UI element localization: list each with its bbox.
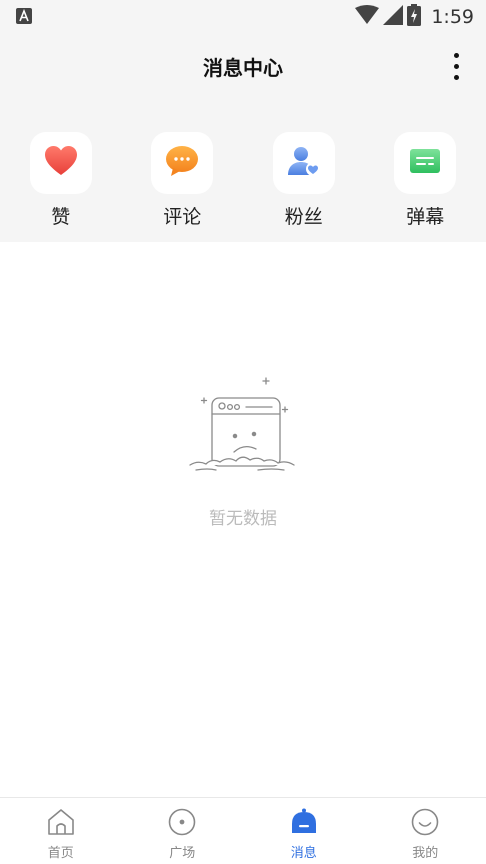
nav-label: 我的	[412, 846, 439, 861]
category-icon-box	[272, 132, 335, 194]
page-title: 消息中心	[203, 56, 283, 80]
status-bar: 1:59	[0, 0, 486, 34]
category-danmaku[interactable]: 弹幕	[365, 98, 486, 242]
empty-browser-sad-icon	[188, 370, 298, 486]
nav-label: 首页	[47, 846, 74, 861]
more-vertical-icon	[453, 52, 459, 58]
category-likes[interactable]: 赞	[0, 98, 122, 242]
category-label: 弹幕	[406, 206, 445, 228]
nav-item-mine[interactable]: 我的	[365, 798, 486, 864]
signal-icon	[383, 5, 404, 29]
status-time: 1:59	[431, 6, 474, 28]
category-icon-box	[394, 132, 457, 194]
danmaku-message-icon	[408, 146, 442, 180]
heart-icon	[44, 145, 78, 181]
a-icon	[16, 8, 32, 24]
category-icon-box	[151, 132, 214, 194]
empty-state-text: 暂无数据	[209, 509, 277, 529]
battery-charging-icon	[407, 4, 422, 30]
wifi-icon	[355, 5, 380, 29]
nav-item-home[interactable]: 首页	[0, 798, 122, 864]
smile-icon	[410, 808, 440, 840]
category-icon-box	[29, 132, 92, 194]
more-dot	[453, 63, 459, 69]
nav-label: 消息	[290, 846, 317, 861]
user-heart-icon	[287, 145, 321, 181]
message-categories: 赞 评论 粉丝 弹幕	[0, 98, 486, 242]
category-fans[interactable]: 粉丝	[243, 98, 365, 242]
category-comments[interactable]: 评论	[122, 98, 244, 242]
bottom-navigation: 首页 广场 消息 我的	[0, 797, 486, 864]
home-icon	[46, 808, 76, 840]
comment-bubble-icon	[165, 145, 199, 181]
category-label: 赞	[51, 206, 71, 228]
empty-state: 暂无数据	[0, 370, 486, 529]
status-icons: 1:59	[355, 4, 474, 30]
nav-item-square[interactable]: 广场	[122, 798, 244, 864]
category-label: 粉丝	[284, 206, 323, 228]
bell-icon	[289, 808, 319, 840]
header: 消息中心	[0, 34, 486, 98]
more-options-button[interactable]	[444, 50, 468, 82]
nav-item-messages[interactable]: 消息	[243, 798, 365, 864]
square-circle-icon	[167, 808, 197, 840]
message-center-screen: 1:59 消息中心 赞 评论 粉丝 弹幕 暂无数据 首页 广场 消息 我的	[0, 0, 486, 864]
nav-label: 广场	[169, 846, 196, 861]
more-dot	[453, 74, 459, 80]
category-label: 评论	[163, 206, 202, 228]
